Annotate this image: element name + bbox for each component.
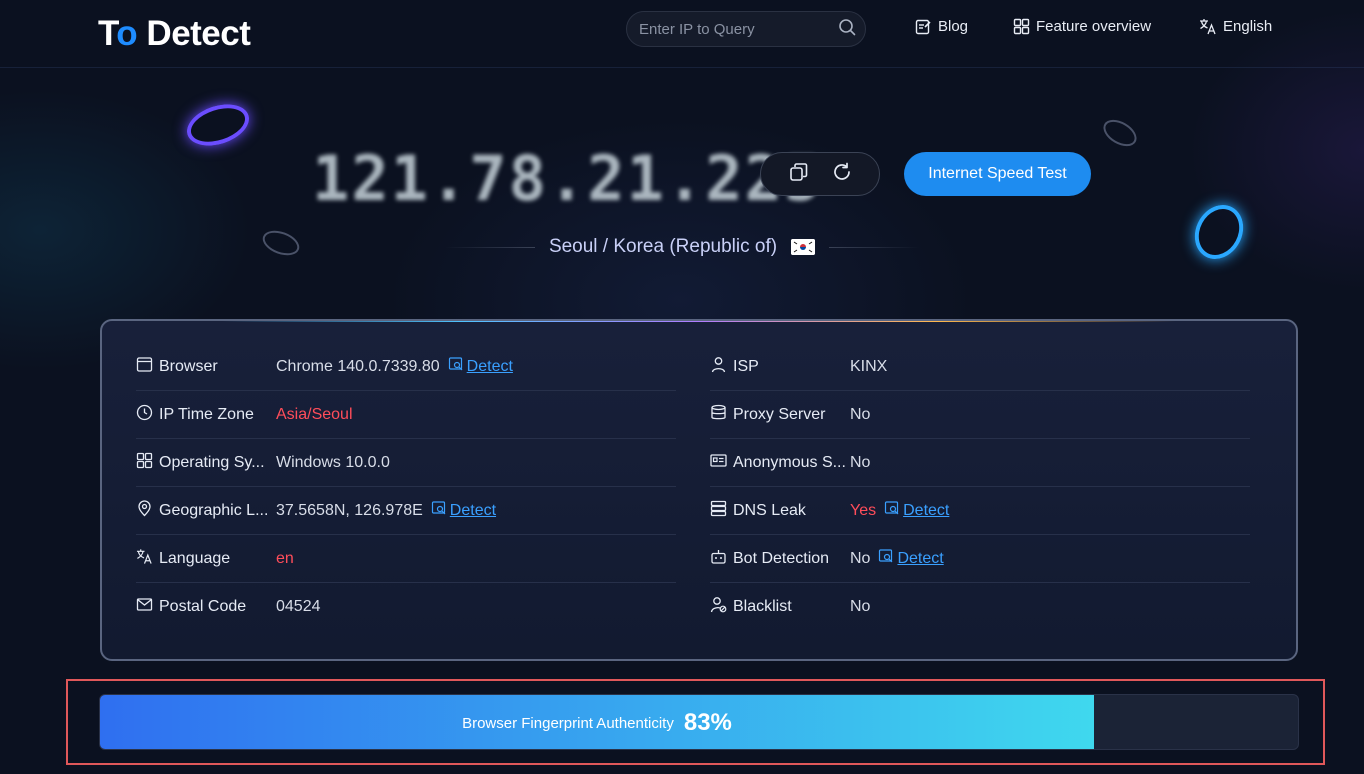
divider	[829, 246, 920, 248]
location-text: Seoul / Korea (Republic of)	[548, 236, 778, 257]
info-row-bot-detection: Bot Detection No Detect	[710, 535, 1250, 583]
info-value: Windows 10.0.0	[276, 453, 390, 471]
nav-language-label: English	[1223, 18, 1273, 35]
detect-icon	[878, 548, 894, 569]
database-icon	[710, 404, 727, 426]
grid-icon	[1013, 18, 1030, 35]
server-icon	[710, 500, 727, 522]
info-row-postal-code: Postal Code 04524	[136, 583, 676, 631]
nav-language-switch[interactable]: English	[1199, 18, 1272, 35]
nav-blog-label: Blog	[938, 18, 969, 35]
location-icon	[136, 499, 153, 522]
info-row-isp: ISP KINX	[710, 343, 1250, 391]
info-value: Yes	[850, 501, 877, 519]
info-left-column: Browser Chrome 140.0.7339.80 Detect IP T…	[136, 343, 676, 631]
info-row-proxy-server: Proxy Server No	[710, 391, 1250, 439]
card-glow	[222, 321, 1176, 322]
info-label: IP Time Zone	[159, 405, 254, 423]
location-line: Seoul / Korea (Republic of)	[0, 236, 1364, 258]
browser-icon	[136, 356, 153, 378]
info-label: Blacklist	[733, 598, 792, 615]
nav-blog[interactable]: Blog	[915, 18, 968, 35]
info-label: Anonymous S...	[733, 453, 846, 471]
info-value: Chrome 140.0.7339.80	[276, 357, 440, 375]
nav-feature-overview[interactable]: Feature overview	[1013, 18, 1151, 35]
translate-icon	[136, 548, 153, 570]
ip-search-box	[626, 11, 866, 47]
info-right-column: ISP KINX Proxy Server No Anonymous S... …	[710, 343, 1250, 631]
detect-icon	[431, 500, 447, 521]
translate-icon	[1199, 18, 1217, 35]
info-label: Operating Sy...	[159, 453, 265, 471]
detect-icon	[448, 356, 464, 377]
ip-tools	[760, 152, 880, 196]
detect-label: Detect	[897, 549, 944, 567]
detect-icon	[884, 500, 900, 521]
id-card-icon	[710, 452, 727, 474]
info-row-ip-time-zone: IP Time Zone Asia/Seoul	[136, 391, 676, 439]
info-row-language: Language en	[136, 535, 676, 583]
ip-info-card: Browser Chrome 140.0.7339.80 Detect IP T…	[100, 319, 1298, 661]
detect-label: Detect	[903, 501, 950, 519]
info-row-anonymous-server: Anonymous S... No	[710, 439, 1250, 487]
detect-link[interactable]: Detect	[884, 500, 949, 521]
edit-icon	[915, 18, 932, 35]
refresh-icon[interactable]	[831, 161, 853, 188]
nav-feature-overview-label: Feature overview	[1036, 18, 1152, 35]
info-row-blacklist: Blacklist No	[710, 583, 1250, 631]
user-block-icon	[710, 596, 727, 618]
info-label: Postal Code	[159, 598, 247, 615]
clock-icon	[136, 404, 153, 426]
user-icon	[710, 356, 727, 378]
info-value: No	[850, 549, 871, 567]
ip-address: 121.78.21.225	[312, 142, 824, 215]
detect-link[interactable]: Detect	[431, 500, 496, 521]
info-label: Geographic L...	[159, 501, 269, 519]
decorative-ring	[1098, 114, 1142, 152]
detect-label: Detect	[466, 357, 513, 375]
detect-link[interactable]: Detect	[878, 548, 944, 569]
info-label: ISP	[733, 357, 759, 375]
detect-label: Detect	[449, 501, 497, 519]
info-label: Browser	[159, 357, 218, 375]
info-label: Bot Detection	[733, 549, 830, 567]
info-value: No	[850, 405, 871, 423]
info-label: Proxy Server	[733, 405, 826, 423]
search-icon[interactable]	[838, 18, 856, 41]
info-label: Language	[159, 549, 231, 567]
fingerprint-percent: 83%	[683, 709, 732, 736]
info-value: 04524	[276, 598, 321, 615]
top-header: To Detect Blog Feature overview English	[0, 0, 1364, 68]
mail-icon	[136, 596, 153, 618]
info-row-geographic-location: Geographic L... 37.5658N, 126.978E Detec…	[136, 487, 676, 535]
info-value: KINX	[850, 357, 888, 375]
info-label: DNS Leak	[733, 501, 806, 519]
info-value: No	[850, 453, 871, 471]
info-value: No	[850, 598, 871, 615]
copy-icon[interactable]	[788, 161, 810, 188]
todetect-logo[interactable]: To Detect	[98, 14, 251, 54]
ip-search-input[interactable]	[639, 20, 838, 38]
internet-speed-test-button[interactable]: Internet Speed Test	[904, 152, 1091, 196]
robot-icon	[710, 548, 727, 570]
info-row-operating-system: Operating Sy... Windows 10.0.0	[136, 439, 676, 487]
info-value: en	[276, 549, 294, 567]
divider	[444, 246, 535, 248]
apps-icon	[136, 452, 153, 474]
fingerprint-label: Browser Fingerprint Authenticity	[462, 714, 674, 732]
info-value: 37.5658N, 126.978E	[276, 501, 423, 519]
detect-link[interactable]: Detect	[448, 356, 513, 377]
info-value: Asia/Seoul	[276, 405, 353, 423]
fingerprint-authenticity-bar[interactable]: Browser Fingerprint Authenticity 83%	[99, 694, 1299, 750]
decorative-ring	[181, 97, 255, 153]
korea-flag-icon	[791, 239, 816, 255]
info-row-dns-leak: DNS Leak Yes Detect	[710, 487, 1250, 535]
info-row-browser: Browser Chrome 140.0.7339.80 Detect	[136, 343, 676, 391]
fingerprint-label-group: Browser Fingerprint Authenticity 83%	[100, 695, 1094, 749]
